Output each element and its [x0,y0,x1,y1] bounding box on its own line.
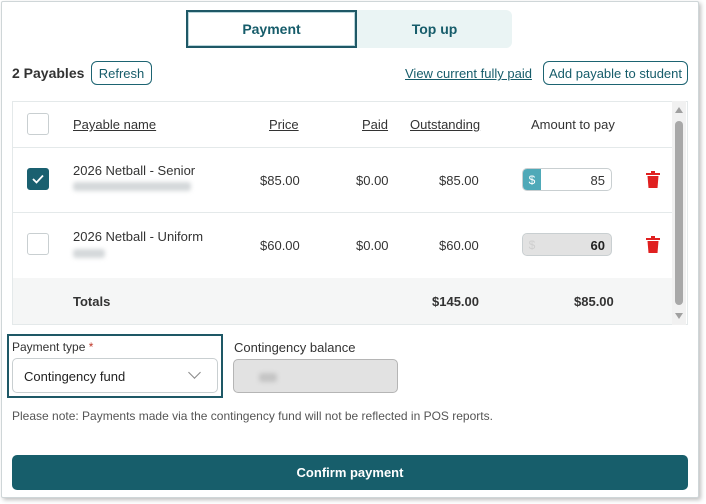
payables-count: 2 Payables [12,65,85,81]
payment-type-select[interactable]: Contingency fund [12,358,218,393]
refresh-button[interactable]: Refresh [91,61,152,85]
trash-icon[interactable] [646,171,660,188]
tab-payment[interactable]: Payment [186,10,357,48]
redacted-description [73,182,191,191]
trash-icon[interactable] [646,236,660,253]
required-mark: * [88,340,94,354]
col-outstanding[interactable]: Outstanding [410,117,480,132]
paid-cell: $0.00 [356,173,389,188]
payment-type-value: Contingency fund [24,369,126,384]
row-checkbox[interactable] [27,168,49,190]
chevron-down-icon [188,366,201,379]
col-paid[interactable]: Paid [362,117,388,132]
view-fully-paid-link[interactable]: View current fully paid [405,66,532,81]
totals-label: Totals [73,294,111,309]
payables-table: Payable name Price Paid Outstanding Amou… [12,101,688,325]
outstanding-cell: $60.00 [439,238,479,253]
currency-prefix: $ [523,234,541,255]
payment-type-label-text: Payment type [12,340,86,354]
amount-value: 60 [590,238,605,253]
col-amount-to-pay: Amount to pay [531,117,615,132]
paid-cell: $0.00 [356,238,389,253]
col-price[interactable]: Price [269,117,299,132]
scrollbar-thumb[interactable] [675,121,683,305]
totals-row: Totals $145.00 $85.00 [13,278,673,324]
currency-prefix: $ [523,169,541,190]
confirm-payment-button[interactable]: Confirm payment [12,455,688,490]
payable-name: 2026 Netball - Senior [73,163,196,178]
add-payable-button[interactable]: Add payable to student [543,61,688,85]
totals-outstanding: $145.00 [432,294,479,309]
row-checkbox[interactable] [27,233,49,255]
scroll-down-arrow[interactable] [675,313,683,319]
totals-amount: $85.00 [574,294,614,309]
amount-value: 85 [590,173,605,188]
select-all-checkbox[interactable] [27,113,49,135]
scroll-up-arrow[interactable] [675,107,683,113]
row-divider [13,212,673,213]
outstanding-cell: $85.00 [439,173,479,188]
amount-to-pay-input[interactable]: $ 85 [522,168,612,191]
amount-to-pay-input: $ 60 [522,233,612,256]
contingency-balance-field [233,359,398,393]
tab-top-up[interactable]: Top up [357,10,512,48]
redacted-balance [259,373,277,382]
row-divider [13,147,673,148]
redacted-description [73,249,105,258]
payment-type-label: Payment type * [12,340,93,354]
price-cell: $85.00 [260,173,300,188]
col-payable-name[interactable]: Payable name [73,117,156,132]
contingency-balance-label: Contingency balance [234,340,356,355]
payable-name: 2026 Netball - Uniform [73,229,204,244]
check-icon [32,174,44,184]
price-cell: $60.00 [260,238,300,253]
contingency-note: Please note: Payments made via the conti… [12,409,493,423]
